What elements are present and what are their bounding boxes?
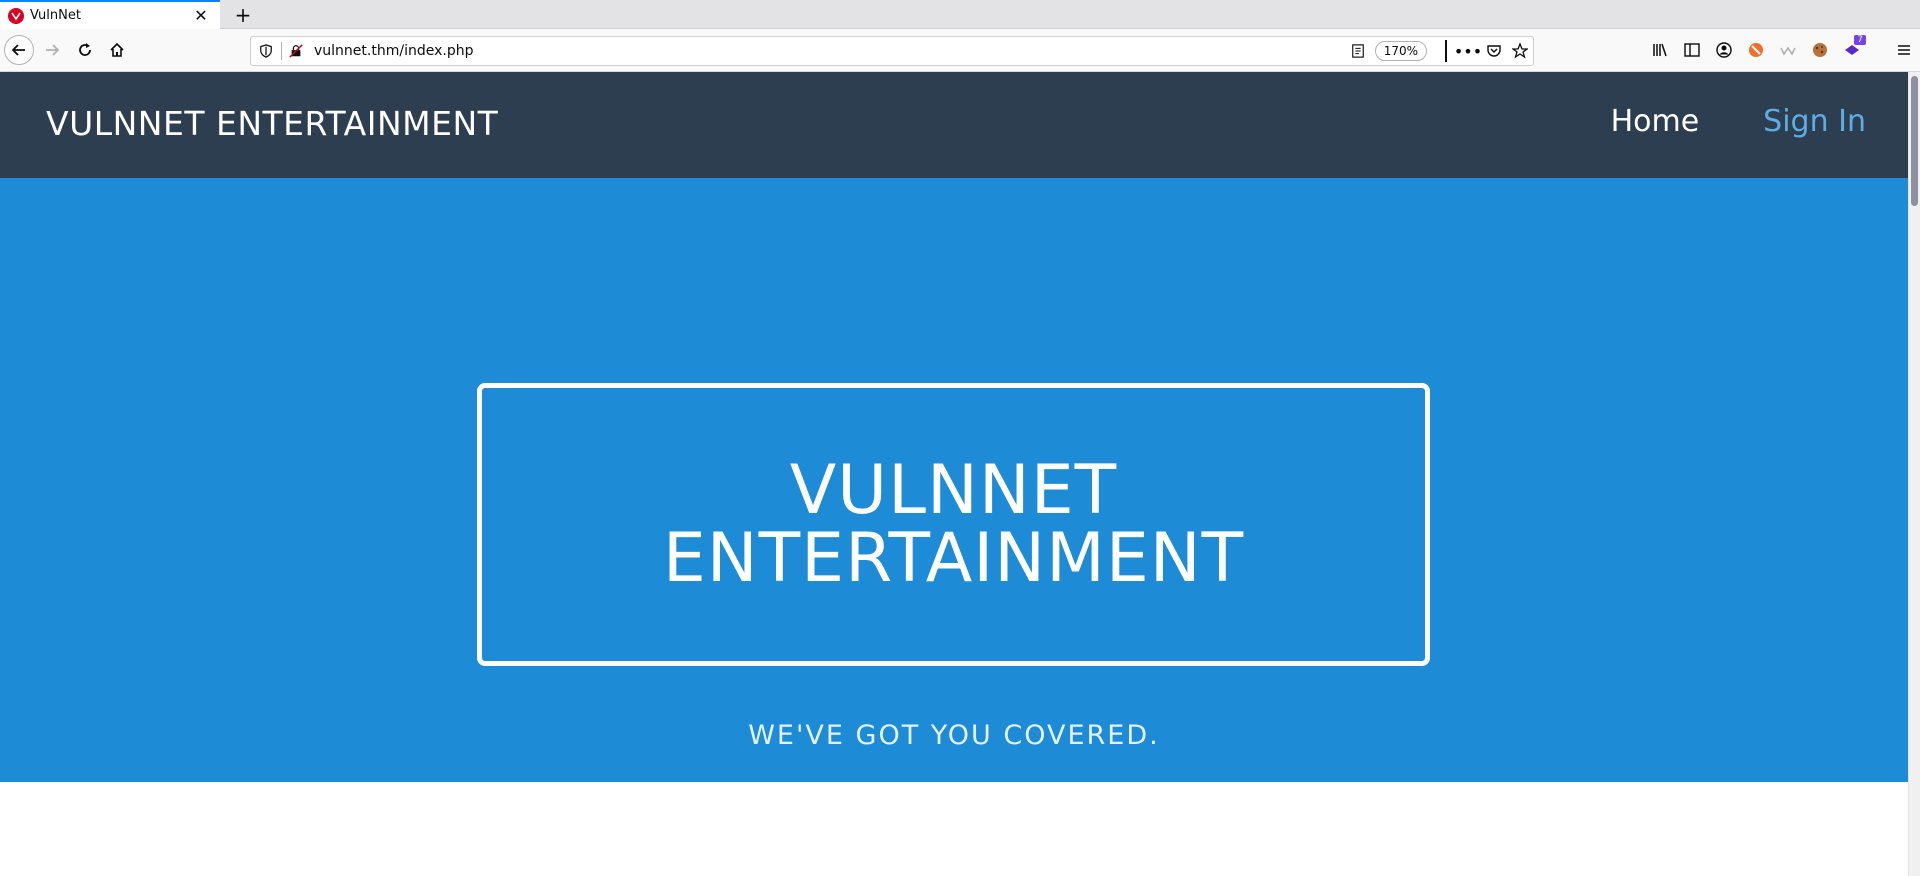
url-bar[interactable]: vulnnet.thm/index.php 170% ••• [250, 36, 1534, 66]
reader-view-icon[interactable] [1349, 42, 1367, 60]
site-header: VULNNET ENTERTAINMENT Home Sign In [0, 72, 1908, 178]
vulnnet-favicon-icon [8, 7, 24, 24]
page-scrollbar[interactable] [1908, 72, 1920, 876]
close-tab-icon[interactable]: ✕ [192, 7, 210, 25]
cookie-editor-icon[interactable] [1804, 35, 1836, 65]
back-arrow-icon[interactable] [4, 35, 34, 65]
home-icon[interactable] [102, 35, 132, 65]
ublock-extension-icon[interactable] [1740, 35, 1772, 65]
account-icon[interactable] [1708, 35, 1740, 65]
zoom-level-badge[interactable]: 170% [1374, 41, 1427, 61]
tab-vulnnet[interactable]: VulnNet ✕ [0, 0, 220, 29]
hero-tagline: WE'VE GOT YOU COVERED. [748, 720, 1160, 751]
extension-count-badge: 7 [1854, 35, 1866, 45]
library-icon[interactable] [1644, 35, 1676, 65]
site-nav: Home Sign In [1611, 104, 1866, 139]
forward-arrow-icon[interactable] [37, 35, 67, 65]
toolbar-right: 7 [1644, 35, 1920, 65]
browser-navbar: vulnnet.thm/index.php 170% ••• 7 [0, 29, 1920, 72]
reload-icon[interactable] [70, 35, 100, 65]
url-text: vulnnet.thm/index.php [314, 43, 474, 59]
hamburger-menu-icon[interactable] [1888, 35, 1920, 65]
sidebar-icon[interactable] [1676, 35, 1708, 65]
site-brand[interactable]: VULNNET ENTERTAINMENT [46, 104, 498, 143]
hero-title-line-2: ENTERTAINMENT [662, 518, 1245, 598]
pocket-icon[interactable] [1481, 38, 1507, 64]
hero-section: VULNNET ENTERTAINMENT WE'VE GOT YOU COVE… [0, 178, 1908, 782]
nav-sign-in-link[interactable]: Sign In [1763, 104, 1866, 139]
nav-home-link[interactable]: Home [1611, 104, 1700, 139]
bookmark-star-icon[interactable] [1507, 38, 1533, 64]
insecure-lock-icon[interactable] [288, 43, 304, 59]
scrollbar-thumb[interactable] [1911, 76, 1918, 206]
hero-title-box: VULNNET ENTERTAINMENT [477, 383, 1430, 666]
new-tab-icon[interactable]: + [230, 2, 256, 28]
page-actions-icon[interactable]: ••• [1454, 38, 1482, 64]
url-separator [281, 42, 282, 60]
hero-title: VULNNET ENTERTAINMENT [663, 456, 1244, 593]
cursor-divider [1445, 40, 1447, 62]
wappalyzer-extension-icon[interactable] [1772, 35, 1804, 65]
tracking-shield-icon[interactable] [257, 42, 275, 60]
tab-strip: VulnNet ✕ + [0, 0, 1920, 29]
tab-title: VulnNet [30, 8, 81, 23]
page-viewport: VULNNET ENTERTAINMENT Home Sign In VULNN… [0, 72, 1908, 876]
foxyproxy-extension-icon[interactable]: 7 [1836, 35, 1868, 65]
